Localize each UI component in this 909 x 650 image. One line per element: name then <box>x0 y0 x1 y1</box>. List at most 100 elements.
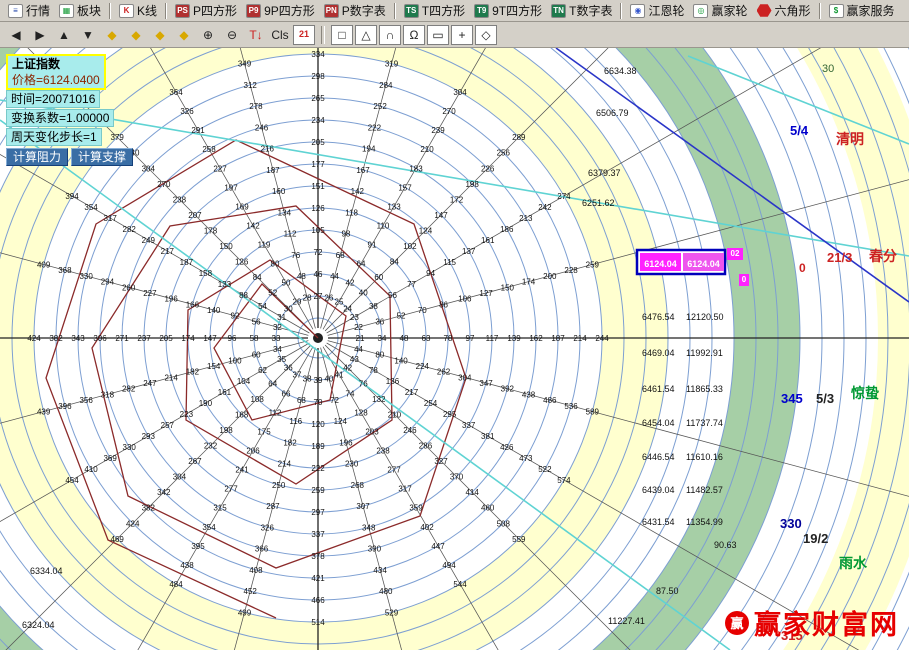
menu-winner-wheel-label: 赢家轮 <box>711 2 747 19</box>
menu-quotes[interactable]: ≡行情 <box>4 1 54 20</box>
wheel-number: 50 <box>282 279 291 288</box>
nav-forward-button[interactable]: ▶ <box>29 25 51 45</box>
menu-p-square[interactable]: PSP四方形 <box>171 1 241 20</box>
zoom-out-button[interactable]: ⊖ <box>221 25 243 45</box>
menu-9t-square[interactable]: T99T四方形 <box>470 1 546 20</box>
price-label: 90.63 <box>714 540 737 550</box>
price-label: 6461.54 <box>642 384 675 394</box>
diamond-down-button[interactable]: ◆ <box>173 25 195 45</box>
curve-tool-button[interactable]: Ω <box>403 25 425 45</box>
watermark-logo-icon: 赢 <box>725 611 749 635</box>
gann-wheel-svg: 2122232425262728293031323334353637383940… <box>0 48 909 650</box>
wheel-number: 286 <box>419 441 433 450</box>
menu-p-table[interactable]: PNP数字表 <box>320 1 390 20</box>
menu-service[interactable]: $赢家服务 <box>825 1 899 20</box>
wheel-number: 559 <box>512 535 526 544</box>
menu-t-square[interactable]: TST四方形 <box>400 1 469 20</box>
price-label: 11737.74 <box>686 418 723 428</box>
wheel-number: 203 <box>365 428 379 437</box>
highlight-value: 6124.04 <box>644 259 677 269</box>
price-label: 11354.99 <box>686 517 723 527</box>
menu-winner-wheel[interactable]: ◎赢家轮 <box>689 1 751 20</box>
arc-tool-button[interactable]: ∩ <box>379 25 401 45</box>
menu-gann-wheel[interactable]: ◉江恩轮 <box>626 1 688 20</box>
wheel-number: 157 <box>398 183 412 192</box>
cls-button[interactable]: Cls <box>269 25 291 45</box>
wheel-number: 27 <box>314 292 323 301</box>
wheel-number: 206 <box>246 447 260 456</box>
calc-resistance-button[interactable]: 计算阻力 <box>6 148 68 166</box>
wheel-number: 366 <box>255 545 269 554</box>
menubar-separator <box>394 3 396 19</box>
calendar-button[interactable]: 21 <box>293 25 315 45</box>
wheel-number: 466 <box>311 596 325 605</box>
select-tool-button[interactable]: □ <box>331 25 353 45</box>
wheel-number: 267 <box>188 457 202 466</box>
wheel-number: 227 <box>213 164 227 173</box>
wheel-number: 108 <box>251 395 265 404</box>
wheel-number: 480 <box>379 587 393 596</box>
wheel-number: 34 <box>378 334 387 343</box>
wheel-number: 77 <box>407 280 416 289</box>
menu-t-square-label: T四方形 <box>422 2 465 19</box>
calc-support-button[interactable]: 计算支撑 <box>71 148 133 166</box>
wheel-number: 234 <box>311 116 325 125</box>
wheel-number: 395 <box>191 542 205 551</box>
nav-back-button[interactable]: ◀ <box>5 25 27 45</box>
wheel-number: 52 <box>268 289 277 298</box>
diamond-up-button[interactable]: ◆ <box>149 25 171 45</box>
wheel-number: 133 <box>387 202 401 211</box>
wheel-number: 139 <box>507 334 521 343</box>
wheel-number: 348 <box>362 523 376 532</box>
polygon-tool-button[interactable]: ◇ <box>475 25 497 45</box>
diamond-left-button[interactable]: ◆ <box>101 25 123 45</box>
wheel-number: 396 <box>58 402 72 411</box>
filter-tool-button[interactable]: ▼ <box>77 25 99 45</box>
triangle-tool-button[interactable]: △ <box>355 25 377 45</box>
wheel-number: 256 <box>497 149 511 158</box>
wheel-number: 42 <box>343 364 352 373</box>
move-tool-button[interactable]: + <box>451 25 473 45</box>
wheel-number: 161 <box>218 388 232 397</box>
hexagon-icon <box>757 4 772 18</box>
wheel-number: 200 <box>543 272 557 281</box>
kline-icon: K <box>119 4 134 18</box>
wheel-number: 277 <box>387 466 401 475</box>
wheel-number: 68 <box>297 396 306 405</box>
wheel-number: 33 <box>272 334 281 343</box>
menubar-separator <box>819 3 821 19</box>
menu-hexagon[interactable]: 六角形 <box>753 1 815 20</box>
time-down-button[interactable]: T↓ <box>245 25 267 45</box>
wheel-number: 127 <box>479 289 493 298</box>
wheel-number: 40 <box>359 289 368 298</box>
menu-sectors[interactable]: ▦板块 <box>55 1 105 20</box>
pointer-tool-button[interactable]: ▲ <box>53 25 75 45</box>
menu-t-table[interactable]: TNT数字表 <box>547 1 616 20</box>
wheel-number: 227 <box>143 289 157 298</box>
wheel-number: 330 <box>79 272 93 281</box>
menu-kline[interactable]: KK线 <box>115 1 161 20</box>
index-name: 上证指数 <box>8 56 64 72</box>
menu-hexagon-label: 六角形 <box>775 2 811 19</box>
wheel-number: 70 <box>418 306 427 315</box>
wheel-number: 44 <box>354 345 363 354</box>
price-label: 11865.33 <box>686 384 723 394</box>
wheel-number: 529 <box>385 608 399 617</box>
wheel-number: 368 <box>58 266 72 275</box>
menu-sectors-label: 板块 <box>77 2 101 19</box>
wheel-number: 58 <box>250 334 259 343</box>
diamond-right-button[interactable]: ◆ <box>125 25 147 45</box>
menu-9p-square[interactable]: P99P四方形 <box>242 1 319 20</box>
zoom-in-button[interactable]: ⊕ <box>197 25 219 45</box>
wheel-number: 298 <box>311 72 325 81</box>
wheel-number: 118 <box>345 208 358 217</box>
wheel-number: 174 <box>181 334 195 343</box>
wheel-number: 536 <box>564 402 578 411</box>
wheel-number: 318 <box>101 390 115 399</box>
wheel-number: 304 <box>458 373 472 382</box>
rect-tool-button[interactable]: ▭ <box>427 25 449 45</box>
menu-9p-square-label: 9P四方形 <box>264 2 315 19</box>
wheel-number: 72 <box>330 396 339 405</box>
wheel-number: 106 <box>458 295 472 304</box>
degree-annotation: 330 <box>780 516 802 531</box>
